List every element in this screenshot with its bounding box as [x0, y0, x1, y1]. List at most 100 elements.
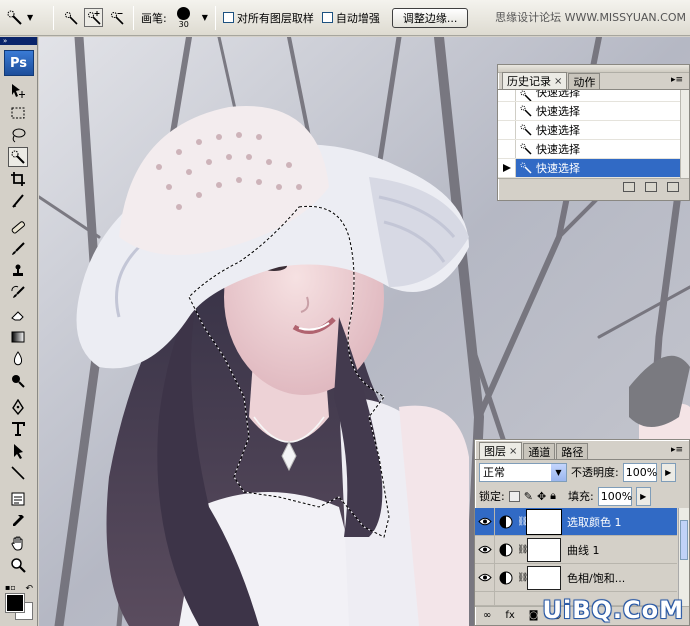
history-item[interactable]: 快速选择: [498, 102, 680, 121]
add-mask-icon[interactable]: ◙: [529, 610, 539, 621]
layer-row[interactable]: ⛓ 色相/饱和...: [475, 563, 677, 592]
foreground-color-swatch[interactable]: [5, 593, 25, 613]
hand-tool[interactable]: [0, 532, 36, 554]
move-tool[interactable]: [0, 80, 36, 102]
clone-stamp-tool[interactable]: [0, 260, 36, 282]
path-selection-tool[interactable]: [0, 440, 36, 462]
layers-scrollbar[interactable]: [678, 508, 689, 606]
quick-selection-icon: [516, 90, 536, 101]
auto-enhance-checkbox[interactable]: 自动增强: [321, 10, 380, 26]
layer-list: ⛓ 选取颜色 1 ⛓ 曲线 1 ⛓ 色相/饱和...: [475, 507, 689, 606]
panel-menu-icon[interactable]: ▸≡: [671, 75, 683, 85]
fill-input[interactable]: 100%: [597, 486, 632, 506]
crop-tool[interactable]: [0, 168, 36, 190]
history-item[interactable]: 快速选择: [498, 90, 680, 102]
adjustment-layer-icon: [495, 543, 517, 557]
tab-actions[interactable]: 动作: [568, 73, 601, 89]
arrow-icon: [9, 442, 27, 460]
history-panel-tabs: 历史记录 × 动作 ▸≡: [498, 72, 689, 90]
dodge-tool[interactable]: [0, 370, 36, 392]
line-tool[interactable]: [0, 462, 36, 484]
opacity-slider-button[interactable]: ▶: [660, 462, 676, 482]
subtract-from-selection-button[interactable]: [107, 8, 126, 27]
history-brush-tool[interactable]: [0, 282, 36, 304]
quick-selection-tool[interactable]: [0, 146, 36, 168]
link-layers-icon[interactable]: ∞: [483, 610, 491, 621]
add-to-selection-button[interactable]: [84, 8, 103, 27]
lock-all-icon[interactable]: 🔒︎: [550, 489, 556, 503]
history-item[interactable]: 快速选择: [498, 140, 680, 159]
quick-selection-icon: [516, 143, 536, 155]
lock-pixels-icon[interactable]: ✎: [524, 490, 533, 503]
new-document-from-state-icon[interactable]: [623, 182, 635, 192]
toolbox-grip[interactable]: »: [0, 37, 37, 45]
blend-mode-select[interactable]: 正常 ▼: [479, 462, 567, 482]
history-source-box[interactable]: [498, 140, 516, 158]
layer-row[interactable]: ⛓ 曲线 1: [475, 535, 677, 564]
refine-edge-button[interactable]: 调整边缘...: [391, 7, 469, 28]
link-icon[interactable]: ⛓: [517, 517, 528, 527]
history-item-selected[interactable]: 快速选择: [498, 159, 680, 178]
lasso-tool[interactable]: [0, 124, 36, 146]
history-item[interactable]: 快速选择: [498, 121, 680, 140]
swap-colors-icon[interactable]: ↶: [25, 584, 33, 594]
pen-tool[interactable]: [0, 396, 36, 418]
close-icon[interactable]: ×: [554, 76, 562, 87]
eye-icon[interactable]: [475, 507, 495, 536]
history-source-box[interactable]: [498, 102, 516, 120]
layer-row-selected[interactable]: ⛓ 选取颜色 1: [475, 507, 677, 536]
eyedropper-tool[interactable]: [0, 510, 36, 532]
scrollbar-thumb[interactable]: [680, 520, 688, 560]
move-icon: [9, 82, 27, 100]
healing-brush-tool[interactable]: [0, 216, 36, 238]
default-colors-icon[interactable]: ▪▫: [5, 583, 16, 592]
notes-tool[interactable]: [0, 488, 36, 510]
blur-tool[interactable]: [0, 348, 36, 370]
checkbox-box[interactable]: [321, 12, 333, 23]
layer-mask-thumbnail[interactable]: [527, 537, 561, 562]
brush-tool[interactable]: [0, 238, 36, 260]
lock-position-icon[interactable]: ✥: [537, 490, 546, 503]
opacity-input[interactable]: 100%: [622, 462, 657, 482]
gradient-icon: [9, 328, 27, 346]
link-icon[interactable]: ⛓: [517, 573, 528, 583]
gradient-tool[interactable]: [0, 326, 36, 348]
checkbox-box[interactable]: [222, 12, 234, 23]
line-icon: [9, 464, 27, 482]
layer-mask-thumbnail[interactable]: [526, 508, 562, 535]
history-scrollbar[interactable]: [680, 90, 689, 178]
zoom-tool[interactable]: [0, 554, 36, 576]
ps-logo[interactable]: Ps: [3, 50, 34, 76]
quick-selection-icon: [6, 9, 24, 27]
fx-icon[interactable]: fx: [505, 610, 514, 621]
history-source-box[interactable]: [498, 159, 516, 177]
brush-label: 画笔:: [141, 11, 167, 25]
tab-paths[interactable]: 路径: [556, 443, 589, 459]
trash-icon[interactable]: [667, 182, 679, 192]
tool-preset-picker[interactable]: ▼: [6, 6, 46, 30]
lock-transparent-icon[interactable]: [508, 490, 520, 502]
new-selection-button[interactable]: [61, 8, 80, 27]
panel-menu-icon[interactable]: ▸≡: [671, 445, 683, 455]
link-icon[interactable]: ⛓: [517, 545, 528, 555]
brush-picker[interactable]: 30: [171, 2, 197, 34]
history-source-box[interactable]: [498, 121, 516, 139]
eye-icon[interactable]: [475, 592, 495, 605]
type-tool[interactable]: [0, 418, 36, 440]
sample-all-layers-checkbox[interactable]: 对所有图层取样: [222, 10, 314, 26]
chevron-down-icon[interactable]: ▼: [202, 13, 208, 22]
tab-history[interactable]: 历史记录 ×: [502, 72, 568, 89]
marquee-tool[interactable]: [0, 102, 36, 124]
layer-mask-thumbnail[interactable]: [527, 565, 561, 590]
eye-icon[interactable]: [475, 535, 495, 564]
fill-slider-button[interactable]: ▶: [635, 486, 651, 506]
history-source-box[interactable]: [498, 90, 516, 101]
eye-icon[interactable]: [475, 563, 495, 592]
tab-layers[interactable]: 图层 ×: [479, 442, 523, 459]
brush-icon: [9, 240, 27, 258]
snapshot-icon[interactable]: [645, 182, 657, 192]
close-icon[interactable]: ×: [509, 446, 517, 457]
tab-channels[interactable]: 通道: [523, 443, 556, 459]
slice-tool[interactable]: [0, 190, 36, 212]
eraser-tool[interactable]: [0, 304, 36, 326]
